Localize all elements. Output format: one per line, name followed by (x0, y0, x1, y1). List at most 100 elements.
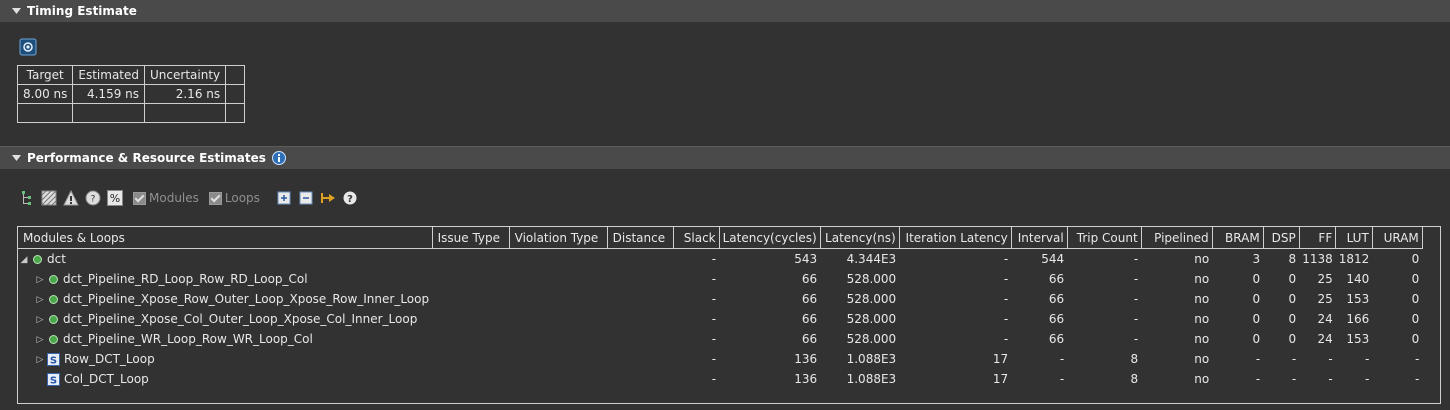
checkbox-checked-icon (208, 191, 222, 205)
resource-icon[interactable] (41, 190, 57, 206)
timer-icon[interactable]: ? (85, 190, 101, 206)
iteration-latency-cell: - (1003, 332, 1009, 346)
perf-toolbar: ? % Modules Loops ? (19, 189, 358, 207)
hierarchy-icon[interactable] (19, 190, 35, 206)
column-header-pipelined[interactable]: Pipelined (1141, 227, 1213, 249)
table-row[interactable]: ▷ dct_Pipeline_RD_Loop_Row_RD_Loop_Col - … (18, 269, 1422, 289)
table-row[interactable]: ▷ dct_Pipeline_Xpose_Col_Outer_Loop_Xpose… (18, 309, 1422, 329)
row-name: dct_Pipeline_RD_Loop_Row_RD_Loop_Col (63, 272, 308, 286)
distance-cell (607, 289, 673, 309)
column-header-bram[interactable]: BRAM (1212, 227, 1264, 249)
loops-checkbox-label: Loops (224, 191, 260, 205)
column-header-trip-count[interactable]: Trip Count (1067, 227, 1142, 249)
table-row[interactable]: ▷ S Row_DCT_Loop - 136 1.088E3 17 - 8 no -… (18, 349, 1422, 369)
column-header-iteration-latency[interactable]: Iteration Latency (899, 227, 1012, 249)
collapse-triangle-icon[interactable] (11, 6, 21, 16)
interval-cell: 66 (1048, 332, 1065, 346)
module-name-cell: ▷ dct_Pipeline_Xpose_Col_Outer_Loop_Xpose… (18, 309, 432, 329)
collapsed-triangle-icon[interactable]: ▷ (35, 315, 45, 325)
iteration-latency-cell: - (1003, 312, 1009, 326)
latency-ns-cell: 528.000 (846, 332, 897, 346)
collapsed-triangle-icon[interactable]: ▷ (35, 335, 45, 345)
column-header-interval[interactable]: Interval (1011, 227, 1068, 249)
modules-checkbox[interactable]: Modules (133, 191, 199, 205)
table-row[interactable]: ◢ dct - 543 4.344E3 - 544 - no 3 8 1138 1… (18, 249, 1422, 270)
percent-icon[interactable]: % (107, 190, 123, 206)
timing-estimate-header[interactable]: Timing Estimate (0, 0, 1450, 22)
collapse-all-icon[interactable] (298, 190, 314, 206)
column-header-estimated[interactable]: Estimated (72, 65, 146, 85)
timing-detail-icon[interactable] (19, 38, 37, 56)
bram-cell: 0 (1252, 312, 1261, 326)
dsp-cell: 8 (1288, 252, 1297, 266)
column-header-uncertainty[interactable]: Uncertainty (144, 65, 227, 85)
latency-cycles-cell: 66 (801, 312, 818, 326)
distance-cell (607, 329, 673, 349)
interval-cell: 544 (1041, 252, 1065, 266)
iteration-latency-cell: - (1003, 252, 1009, 266)
pipelined-cell: no (1194, 292, 1210, 306)
warning-icon[interactable] (63, 190, 79, 206)
column-header-latency-cycles[interactable]: Latency(cycles) (719, 227, 821, 249)
table-row[interactable]: ▷ dct_Pipeline_Xpose_Row_Outer_Loop_Xpose… (18, 289, 1422, 309)
column-header-lut[interactable]: LUT (1335, 227, 1373, 249)
slack-cell: - (711, 352, 717, 366)
collapsed-triangle-icon[interactable]: ▷ (35, 355, 45, 365)
table-row[interactable]: ▷ dct_Pipeline_WR_Loop_Row_WR_Loop_Col - … (18, 329, 1422, 349)
filler-cell (225, 84, 246, 104)
column-header-distance[interactable]: Distance (607, 227, 674, 249)
loop-name-cell: S Col_DCT_Loop (18, 369, 432, 389)
distance-cell (607, 309, 673, 329)
iteration-latency-cell: 17 (992, 372, 1009, 386)
uram-cell: 0 (1411, 332, 1420, 346)
performance-header[interactable]: Performance & Resource Estimates (0, 146, 1450, 169)
collapse-triangle-icon[interactable] (11, 153, 21, 163)
latency-ns-cell: 528.000 (846, 312, 897, 326)
collapsed-triangle-icon[interactable]: ▷ (35, 275, 45, 285)
row-name: dct_Pipeline_Xpose_Row_Outer_Loop_Xpose_… (63, 292, 430, 306)
bram-cell: - (1255, 372, 1261, 386)
pipelined-cell: no (1194, 332, 1210, 346)
latency-ns-cell: 4.344E3 (846, 252, 897, 266)
table-row[interactable]: S Col_DCT_Loop - 136 1.088E3 17 - 8 no - … (18, 369, 1422, 389)
dsp-cell: - (1291, 352, 1297, 366)
column-header-modules-loops[interactable]: Modules & Loops (18, 227, 433, 249)
interval-cell: 66 (1048, 312, 1065, 326)
pipelined-cell: no (1194, 352, 1210, 366)
uncertainty-value: 2.16 ns (144, 84, 227, 104)
estimated-value: 4.159 ns (72, 84, 146, 104)
column-header-violation-type[interactable]: Violation Type (509, 227, 608, 249)
info-icon[interactable] (271, 151, 286, 165)
collapsed-triangle-icon[interactable]: ▷ (35, 295, 45, 305)
column-header-dsp[interactable]: DSP (1263, 227, 1300, 249)
help-icon[interactable]: ? (342, 190, 358, 206)
column-header-target[interactable]: Target (16, 65, 74, 85)
column-header-issue-type[interactable]: Issue Type (432, 227, 510, 249)
dsp-cell: - (1291, 372, 1297, 386)
issue-type-cell (432, 289, 509, 309)
interval-cell: 66 (1048, 272, 1065, 286)
row-name: dct (47, 252, 66, 266)
module-name-cell: ▷ dct_Pipeline_WR_Loop_Row_WR_Loop_Col (18, 329, 432, 349)
uram-cell: 0 (1411, 292, 1420, 306)
loops-checkbox[interactable]: Loops (208, 191, 260, 205)
latency-cycles-cell: 66 (801, 272, 818, 286)
bram-cell: 3 (1252, 252, 1261, 266)
trip-count-cell: - (1133, 272, 1139, 286)
uram-cell: - (1414, 352, 1420, 366)
row-name: dct_Pipeline_WR_Loop_Row_WR_Loop_Col (63, 332, 313, 346)
svg-text:?: ? (347, 194, 353, 205)
distance-cell (607, 269, 673, 289)
module-name-cell: ◢ dct (18, 249, 432, 270)
loop-name-cell: ▷ S Row_DCT_Loop (18, 349, 432, 369)
expanded-triangle-icon[interactable]: ◢ (19, 255, 29, 265)
column-header-ff[interactable]: FF (1299, 227, 1337, 249)
column-header-uram[interactable]: URAM (1372, 227, 1423, 249)
expand-all-icon[interactable] (276, 190, 292, 206)
loop-icon: S (47, 373, 60, 387)
column-header-latency-ns[interactable]: Latency(ns) (820, 227, 900, 249)
iteration-latency-cell: 17 (992, 352, 1009, 366)
export-icon[interactable] (320, 190, 336, 206)
column-header-slack[interactable]: Slack (673, 227, 720, 249)
module-icon (33, 255, 42, 264)
